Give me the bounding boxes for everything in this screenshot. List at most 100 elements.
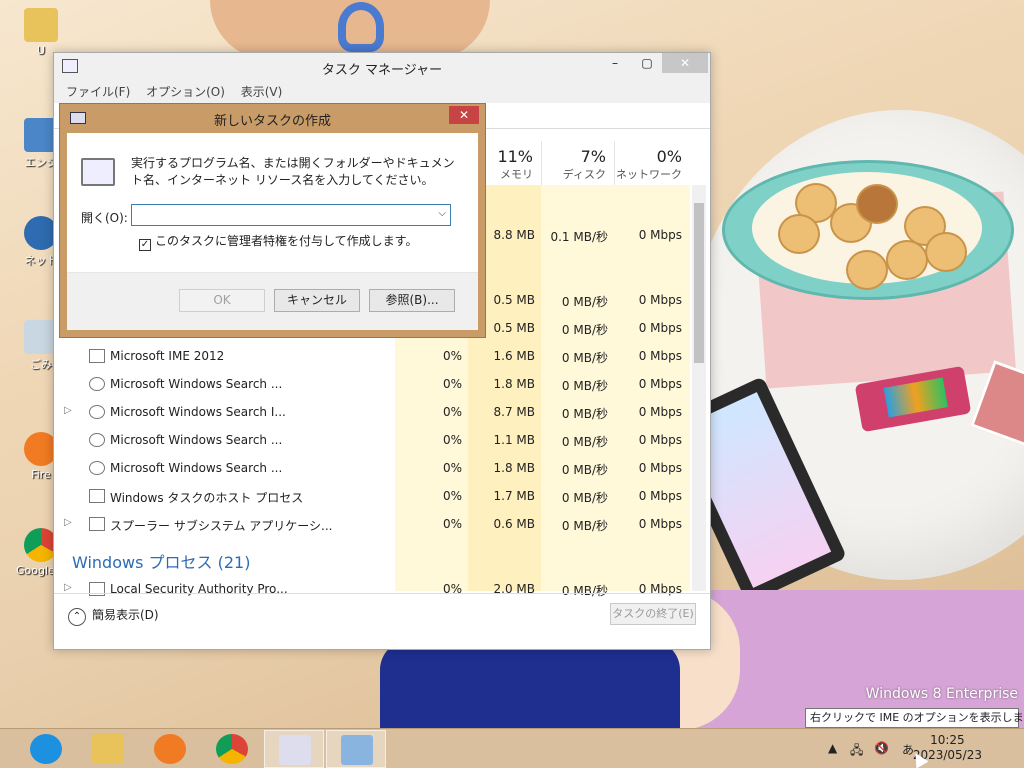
cpu-cell: 0% [442, 433, 462, 447]
memory-cell: 1.8 MB [493, 461, 535, 475]
admin-privileges-checkbox[interactable]: ✓ このタスクに管理者特権を付与して作成します。 [139, 232, 417, 251]
cpu-cell: 0% [442, 405, 462, 419]
disk-cell: 0 MB/秒 [561, 379, 608, 393]
network-cell: 0 Mbps [638, 293, 682, 307]
taskbar-task-manager[interactable] [264, 730, 324, 768]
desktop-icon-user[interactable]: U [4, 8, 78, 57]
open-combobox[interactable]: ⌵ [131, 204, 451, 226]
taskbar-firefox[interactable] [140, 730, 200, 768]
taskbar-explorer[interactable] [78, 730, 138, 768]
network-cell: 0 Mbps [638, 321, 682, 335]
ime-tooltip: 右クリックで IME のオプションを表示します。 [805, 708, 1024, 728]
chevron-down-icon[interactable]: ⌵ [438, 208, 446, 219]
network-label: ネットワーク [616, 168, 682, 181]
memory-cell: 1.8 MB [493, 377, 535, 391]
disk-column-header[interactable]: 7% ディスク [541, 141, 614, 185]
table-row[interactable]: Microsoft IME 2012 0% 1.6 MB 0 MB/秒 0 Mb… [64, 342, 684, 370]
taskbar: ▲ 🖧 🔇 あ 10:25 2023/05/23 [0, 728, 1024, 768]
disk-cell: 0 MB/秒 [561, 407, 608, 421]
wallpaper-cookie [778, 214, 820, 254]
memory-cell: 1.7 MB [493, 489, 535, 503]
cpu-cell: 0% [442, 517, 462, 531]
clock-time: 10:25 [930, 733, 965, 747]
network-icon[interactable]: 🖧 [850, 741, 863, 762]
volume-muted-icon[interactable]: 🔇 [874, 741, 889, 755]
windows-edition-label: Windows 8 Enterprise [865, 686, 1018, 702]
taskbar-ie[interactable] [16, 730, 76, 768]
end-task-button[interactable]: タスクの終了(E) [610, 603, 696, 625]
cpu-cell: 0% [442, 377, 462, 391]
chevron-up-icon: ⌃ [68, 608, 86, 626]
memory-cell: 0.6 MB [493, 517, 535, 531]
ok-button[interactable]: OK [179, 289, 265, 312]
menu-options[interactable]: オプション(O) [146, 85, 225, 99]
network-cell: 0 Mbps [638, 377, 682, 391]
wallpaper-cookie [925, 232, 967, 272]
folder-icon [24, 8, 58, 42]
scrollbar-thumb[interactable] [694, 203, 704, 363]
memory-cell: 8.7 MB [493, 405, 535, 419]
minimize-button[interactable]: – [600, 53, 630, 73]
close-button[interactable]: ✕ [662, 53, 708, 73]
cancel-button[interactable]: キャンセル [274, 289, 360, 312]
wallpaper-cookie [846, 250, 888, 290]
dialog-body: 実行するプログラム名、または開くフォルダーやドキュメント名、インターネット リソ… [67, 133, 478, 330]
internet-explorer-icon [30, 734, 62, 764]
table-row[interactable]: ▷ スプーラー サブシステム アプリケーシ... 0% 0.6 MB 0 MB/… [64, 510, 684, 538]
table-row[interactable]: Windows タスクのホスト プロセス 0% 1.7 MB 0 MB/秒 0 … [64, 482, 684, 510]
table-row[interactable]: ▷ Microsoft Windows Search I... 0% 8.7 M… [64, 398, 684, 426]
maximize-button[interactable]: ▢ [632, 53, 662, 73]
show-hidden-icons-button[interactable]: ▲ [828, 741, 837, 755]
vertical-scrollbar[interactable] [692, 185, 706, 591]
expand-arrow-icon[interactable]: ▷ [64, 517, 72, 528]
search-service-icon [89, 433, 105, 447]
wallpaper-ribbon [338, 2, 384, 52]
search-service-icon [89, 461, 105, 475]
ime-app-icon [89, 349, 105, 363]
cpu-cell: 0% [442, 489, 462, 503]
memory-cell: 1.6 MB [493, 349, 535, 363]
network-cell: 0 Mbps [638, 349, 682, 363]
taskbar-chrome[interactable] [202, 730, 262, 768]
process-name: Microsoft Windows Search ... [110, 461, 283, 475]
wallpaper-cookie [886, 240, 928, 280]
network-cell: 0 Mbps [638, 433, 682, 447]
menu-view[interactable]: 表示(V) [241, 85, 283, 99]
search-service-icon [89, 405, 105, 419]
expand-arrow-icon[interactable]: ▷ [64, 405, 72, 416]
table-row[interactable]: Microsoft Windows Search ... 0% 1.1 MB 0… [64, 426, 684, 454]
memory-cell: 1.1 MB [493, 433, 535, 447]
process-name: Microsoft Windows Search ... [110, 377, 283, 391]
disk-cell: 0.1 MB/秒 [550, 230, 608, 244]
open-label: 開く(O): [81, 211, 128, 225]
file-explorer-icon [92, 734, 124, 764]
browse-button[interactable]: 参照(B)... [369, 289, 455, 312]
run-dialog-icon [341, 735, 373, 765]
dialog-close-button[interactable]: ✕ [449, 106, 479, 124]
dialog-button-bar: OK キャンセル 参照(B)... [67, 272, 478, 330]
network-cell: 0 Mbps [638, 405, 682, 419]
task-manager-footer: ⌃ 簡易表示(D) タスクの終了(E) [54, 593, 710, 649]
group-title-windows-processes: Windows プロセス (21) [72, 553, 251, 572]
fewer-details-button[interactable]: ⌃ 簡易表示(D) [68, 606, 159, 626]
table-row[interactable]: Microsoft Windows Search ... 0% 1.8 MB 0… [64, 454, 684, 482]
wallpaper-character-body [380, 640, 680, 728]
search-service-icon [89, 377, 105, 391]
network-cell: 0 Mbps [638, 489, 682, 503]
disk-cell: 0 MB/秒 [561, 463, 608, 477]
disk-percent: 7% [580, 147, 606, 166]
process-name: Microsoft Windows Search I... [110, 405, 286, 419]
table-row[interactable]: Microsoft Windows Search ... 0% 1.8 MB 0… [64, 370, 684, 398]
expand-arrow-icon[interactable]: ▷ [64, 582, 72, 593]
title-bar[interactable]: タスク マネージャー – ▢ ✕ [54, 53, 710, 81]
taskbar-run-dialog[interactable] [326, 730, 386, 768]
create-new-task-dialog: 新しいタスクの作成 ✕ 実行するプログラム名、または開くフォルダーやドキュメント… [59, 103, 486, 338]
cpu-cell: 0% [442, 349, 462, 363]
dialog-description: 実行するプログラム名、または開くフォルダーやドキュメント名、インターネット リソ… [131, 156, 455, 187]
network-cell: 0 Mbps [638, 228, 682, 242]
network-percent: 0% [656, 147, 682, 166]
menu-file[interactable]: ファイル(F) [66, 85, 130, 99]
disk-cell: 0 MB/秒 [561, 323, 608, 337]
wallpaper-cookie [856, 184, 898, 224]
network-column-header[interactable]: 0% ネットワーク [614, 141, 690, 185]
